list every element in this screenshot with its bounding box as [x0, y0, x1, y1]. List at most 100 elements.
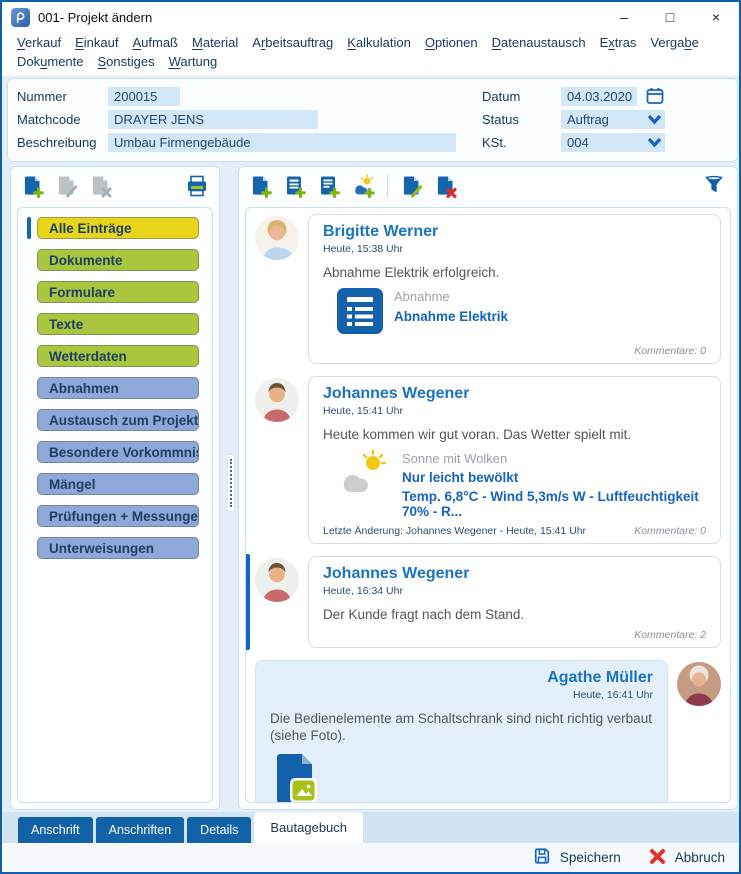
entry-card[interactable]: Johannes Wegener Heute, 16:34 Uhr Der Ku…	[308, 556, 721, 648]
panel-splitter[interactable]	[227, 454, 235, 512]
datum-field[interactable]: 04.03.2020	[561, 87, 637, 106]
sidebar-category-wetterdaten[interactable]: Wetterdaten	[37, 345, 199, 367]
entry-card[interactable]: Agathe Müller Heute, 16:41 Uhr Die Bedie…	[255, 660, 668, 803]
sidebar-category-austausch-zum-projekt[interactable]: Austausch zum Projekt	[37, 409, 199, 431]
diary-toolbar	[239, 167, 737, 205]
bottom-tabbar: Anschrift Anschriften Details Bautagebuc…	[2, 812, 739, 843]
kst-value: 004	[567, 135, 589, 150]
sidebar-category-besondere-vorkommnisse[interactable]: Besondere Vorkommnisse	[37, 441, 199, 463]
menu-material[interactable]: Material	[185, 33, 245, 52]
save-label: Speichern	[560, 850, 621, 865]
entry-author: Agathe Müller	[270, 669, 653, 687]
kst-label: KSt.	[482, 133, 507, 152]
filter-icon[interactable]	[703, 174, 727, 198]
menu-sonstiges[interactable]: Sonstiges	[91, 52, 162, 71]
comments-count[interactable]: Kommentare: 0	[634, 525, 706, 537]
maximize-button[interactable]: □	[647, 2, 693, 32]
menu-dokumente[interactable]: Dokumente	[10, 52, 91, 71]
form-attachment-icon	[337, 288, 383, 339]
status-select[interactable]: Auftrag	[561, 110, 665, 129]
sidebar-category-unterweisungen[interactable]: Unterweisungen	[37, 537, 199, 559]
menu-arbeitsauftrag[interactable]: Arbeitsauftrag	[245, 33, 340, 52]
beschreibung-field[interactable]: Umbau Firmengebäude	[108, 133, 456, 152]
matchcode-field[interactable]: DRAYER JENS	[108, 110, 318, 129]
entry-card[interactable]: Brigitte Werner Heute, 15:38 Uhr Abnahme…	[308, 214, 721, 364]
weather-attachment[interactable]: Sonne mit Wolken Nur leicht bewölkt Temp…	[337, 450, 706, 519]
menu-verkauf[interactable]: Verkauf	[10, 33, 68, 52]
form-attachment[interactable]: Abnahme Abnahme Elektrik	[337, 288, 706, 339]
chevron-down-icon[interactable]	[647, 135, 662, 152]
delete-entry-icon[interactable]	[434, 174, 458, 198]
tab-details[interactable]: Details	[187, 817, 251, 843]
add-entry-icon[interactable]	[249, 174, 273, 198]
menu-vergabe[interactable]: Vergabe	[643, 33, 705, 52]
delete-document-icon[interactable]	[89, 174, 113, 198]
add-form-icon[interactable]	[283, 174, 307, 198]
weather-details[interactable]: Temp. 6,8°C - Wind 5,3m/s W - Luftfeucht…	[402, 489, 706, 519]
add-weather-icon[interactable]	[351, 174, 375, 198]
tab-anschrift[interactable]: Anschrift	[18, 817, 93, 843]
beschreibung-label: Beschreibung	[17, 133, 97, 152]
menu-datenaustausch[interactable]: Datenaustausch	[485, 33, 593, 52]
sidebar-category-texte[interactable]: Texte	[37, 313, 199, 335]
calendar-icon[interactable]	[645, 86, 665, 106]
menubar: VerkaufEinkaufAufmaßMaterialArbeitsauftr…	[2, 32, 739, 76]
entry-text: Die Bedienelemente am Schaltschrank sind…	[270, 710, 653, 744]
close-button[interactable]: ×	[693, 2, 739, 32]
chevron-down-icon[interactable]	[647, 112, 662, 129]
sidebar-category-abnahmen[interactable]: Abnahmen	[37, 377, 199, 399]
menu-einkauf[interactable]: Einkauf	[68, 33, 125, 52]
cancel-x-icon	[649, 848, 666, 868]
entry-time: Heute, 15:38 Uhr	[323, 243, 706, 255]
tab-bautagebuch[interactable]: Bautagebuch	[254, 812, 363, 843]
diary-entry[interactable]: Johannes Wegener Heute, 15:41 Uhr Heute …	[255, 376, 721, 544]
toolbar-separator	[387, 174, 388, 198]
tab-anschriften[interactable]: Anschriften	[96, 817, 185, 843]
entry-card[interactable]: Johannes Wegener Heute, 15:41 Uhr Heute …	[308, 376, 721, 544]
document-photo-icon	[272, 752, 320, 803]
sun-cloud-icon	[337, 450, 391, 503]
entry-author: Johannes Wegener	[323, 385, 706, 403]
sidebar-category-formulare[interactable]: Formulare	[37, 281, 199, 303]
sidebar-category-mängel[interactable]: Mängel	[37, 473, 199, 495]
diary-entry-selected[interactable]: Johannes Wegener Heute, 16:34 Uhr Der Ku…	[255, 556, 721, 648]
menu-optionen[interactable]: Optionen	[418, 33, 485, 52]
sidebar-category-dokumente[interactable]: Dokumente	[37, 249, 199, 271]
minimize-button[interactable]: –	[601, 2, 647, 32]
diary-entry-own[interactable]: Agathe Müller Heute, 16:41 Uhr Die Bedie…	[255, 660, 721, 803]
app-window: 001- Projekt ändern – □ × VerkaufEinkauf…	[0, 0, 741, 874]
menu-extras[interactable]: Extras	[593, 33, 644, 52]
attachment-title[interactable]: Abnahme Elektrik	[394, 309, 508, 324]
nummer-field[interactable]: 200015	[108, 87, 180, 106]
edit-entry-icon[interactable]	[400, 174, 424, 198]
entry-text: Abnahme Elektrik erfolgreich.	[323, 264, 706, 281]
menu-kalkulation[interactable]: Kalkulation	[340, 33, 418, 52]
selection-bar	[245, 554, 250, 650]
edit-document-icon[interactable]	[55, 174, 79, 198]
selected-category-bar	[27, 217, 31, 239]
category-panel: Alle Einträge Dokumente Formulare Texte Wett…	[10, 166, 220, 810]
avatar	[255, 216, 299, 260]
entry-text: Der Kunde fragt nach dem Stand.	[323, 606, 706, 623]
comments-count[interactable]: Kommentare: 0	[634, 345, 706, 357]
menu-aufmaß[interactable]: Aufmaß	[125, 33, 185, 52]
diary-panel: Brigitte Werner Heute, 15:38 Uhr Abnahme…	[238, 166, 738, 810]
print-icon[interactable]	[185, 174, 209, 198]
sidebar-category-alle-einträge[interactable]: Alle Einträge	[37, 217, 199, 239]
add-text-icon[interactable]	[317, 174, 341, 198]
cancel-button[interactable]: Abbruch	[649, 848, 725, 868]
save-button[interactable]: Speichern	[533, 847, 621, 868]
sidebar-category-prüfungen-messungen[interactable]: Prüfungen + Messungen	[37, 505, 199, 527]
add-document-icon[interactable]	[21, 174, 45, 198]
window-title: 001- Projekt ändern	[38, 10, 152, 25]
cancel-label: Abbruch	[675, 850, 725, 865]
weather-summary[interactable]: Nur leicht bewölkt	[402, 470, 706, 485]
last-change-label: Letzte Änderung: Johannes Wegener - Heut…	[323, 525, 586, 537]
comments-count[interactable]: Kommentare: 2	[634, 629, 706, 641]
entry-time: Heute, 15:41 Uhr	[323, 405, 706, 417]
photo-attachment[interactable]: Schaltschrank	[272, 752, 341, 803]
kst-select[interactable]: 004	[561, 133, 665, 152]
menu-wartung[interactable]: Wartung	[162, 52, 225, 71]
entry-author: Johannes Wegener	[323, 565, 706, 583]
diary-entry[interactable]: Brigitte Werner Heute, 15:38 Uhr Abnahme…	[255, 214, 721, 364]
